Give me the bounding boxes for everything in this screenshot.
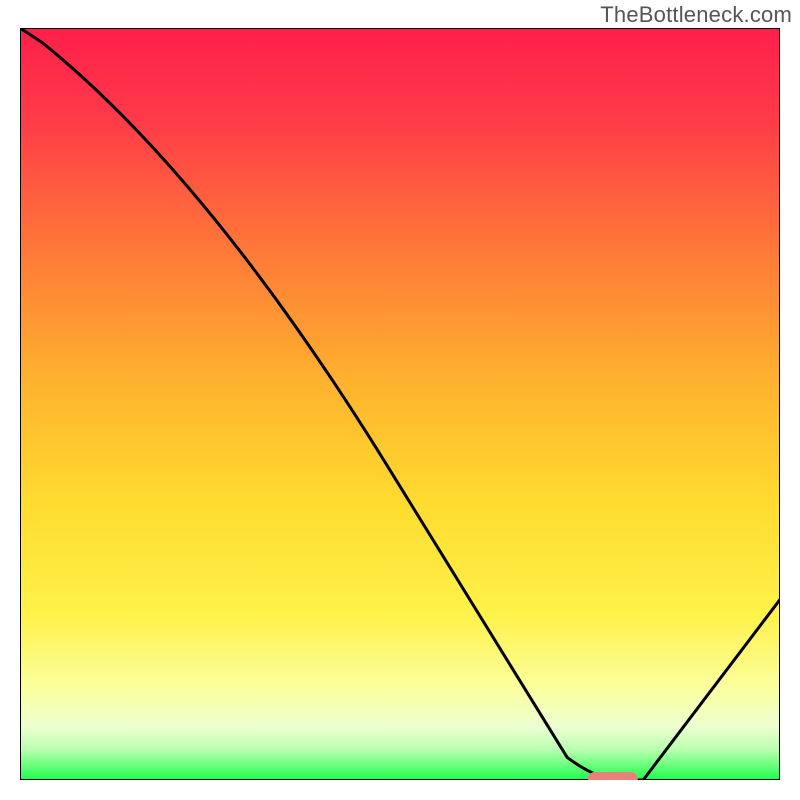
chart-plot-area [20, 28, 780, 780]
gradient-background [20, 28, 780, 780]
optimal-marker [588, 772, 638, 780]
bottleneck-chart [20, 28, 780, 780]
watermark-text: TheBottleneck.com [600, 2, 792, 28]
chart-container: TheBottleneck.com [0, 0, 800, 800]
